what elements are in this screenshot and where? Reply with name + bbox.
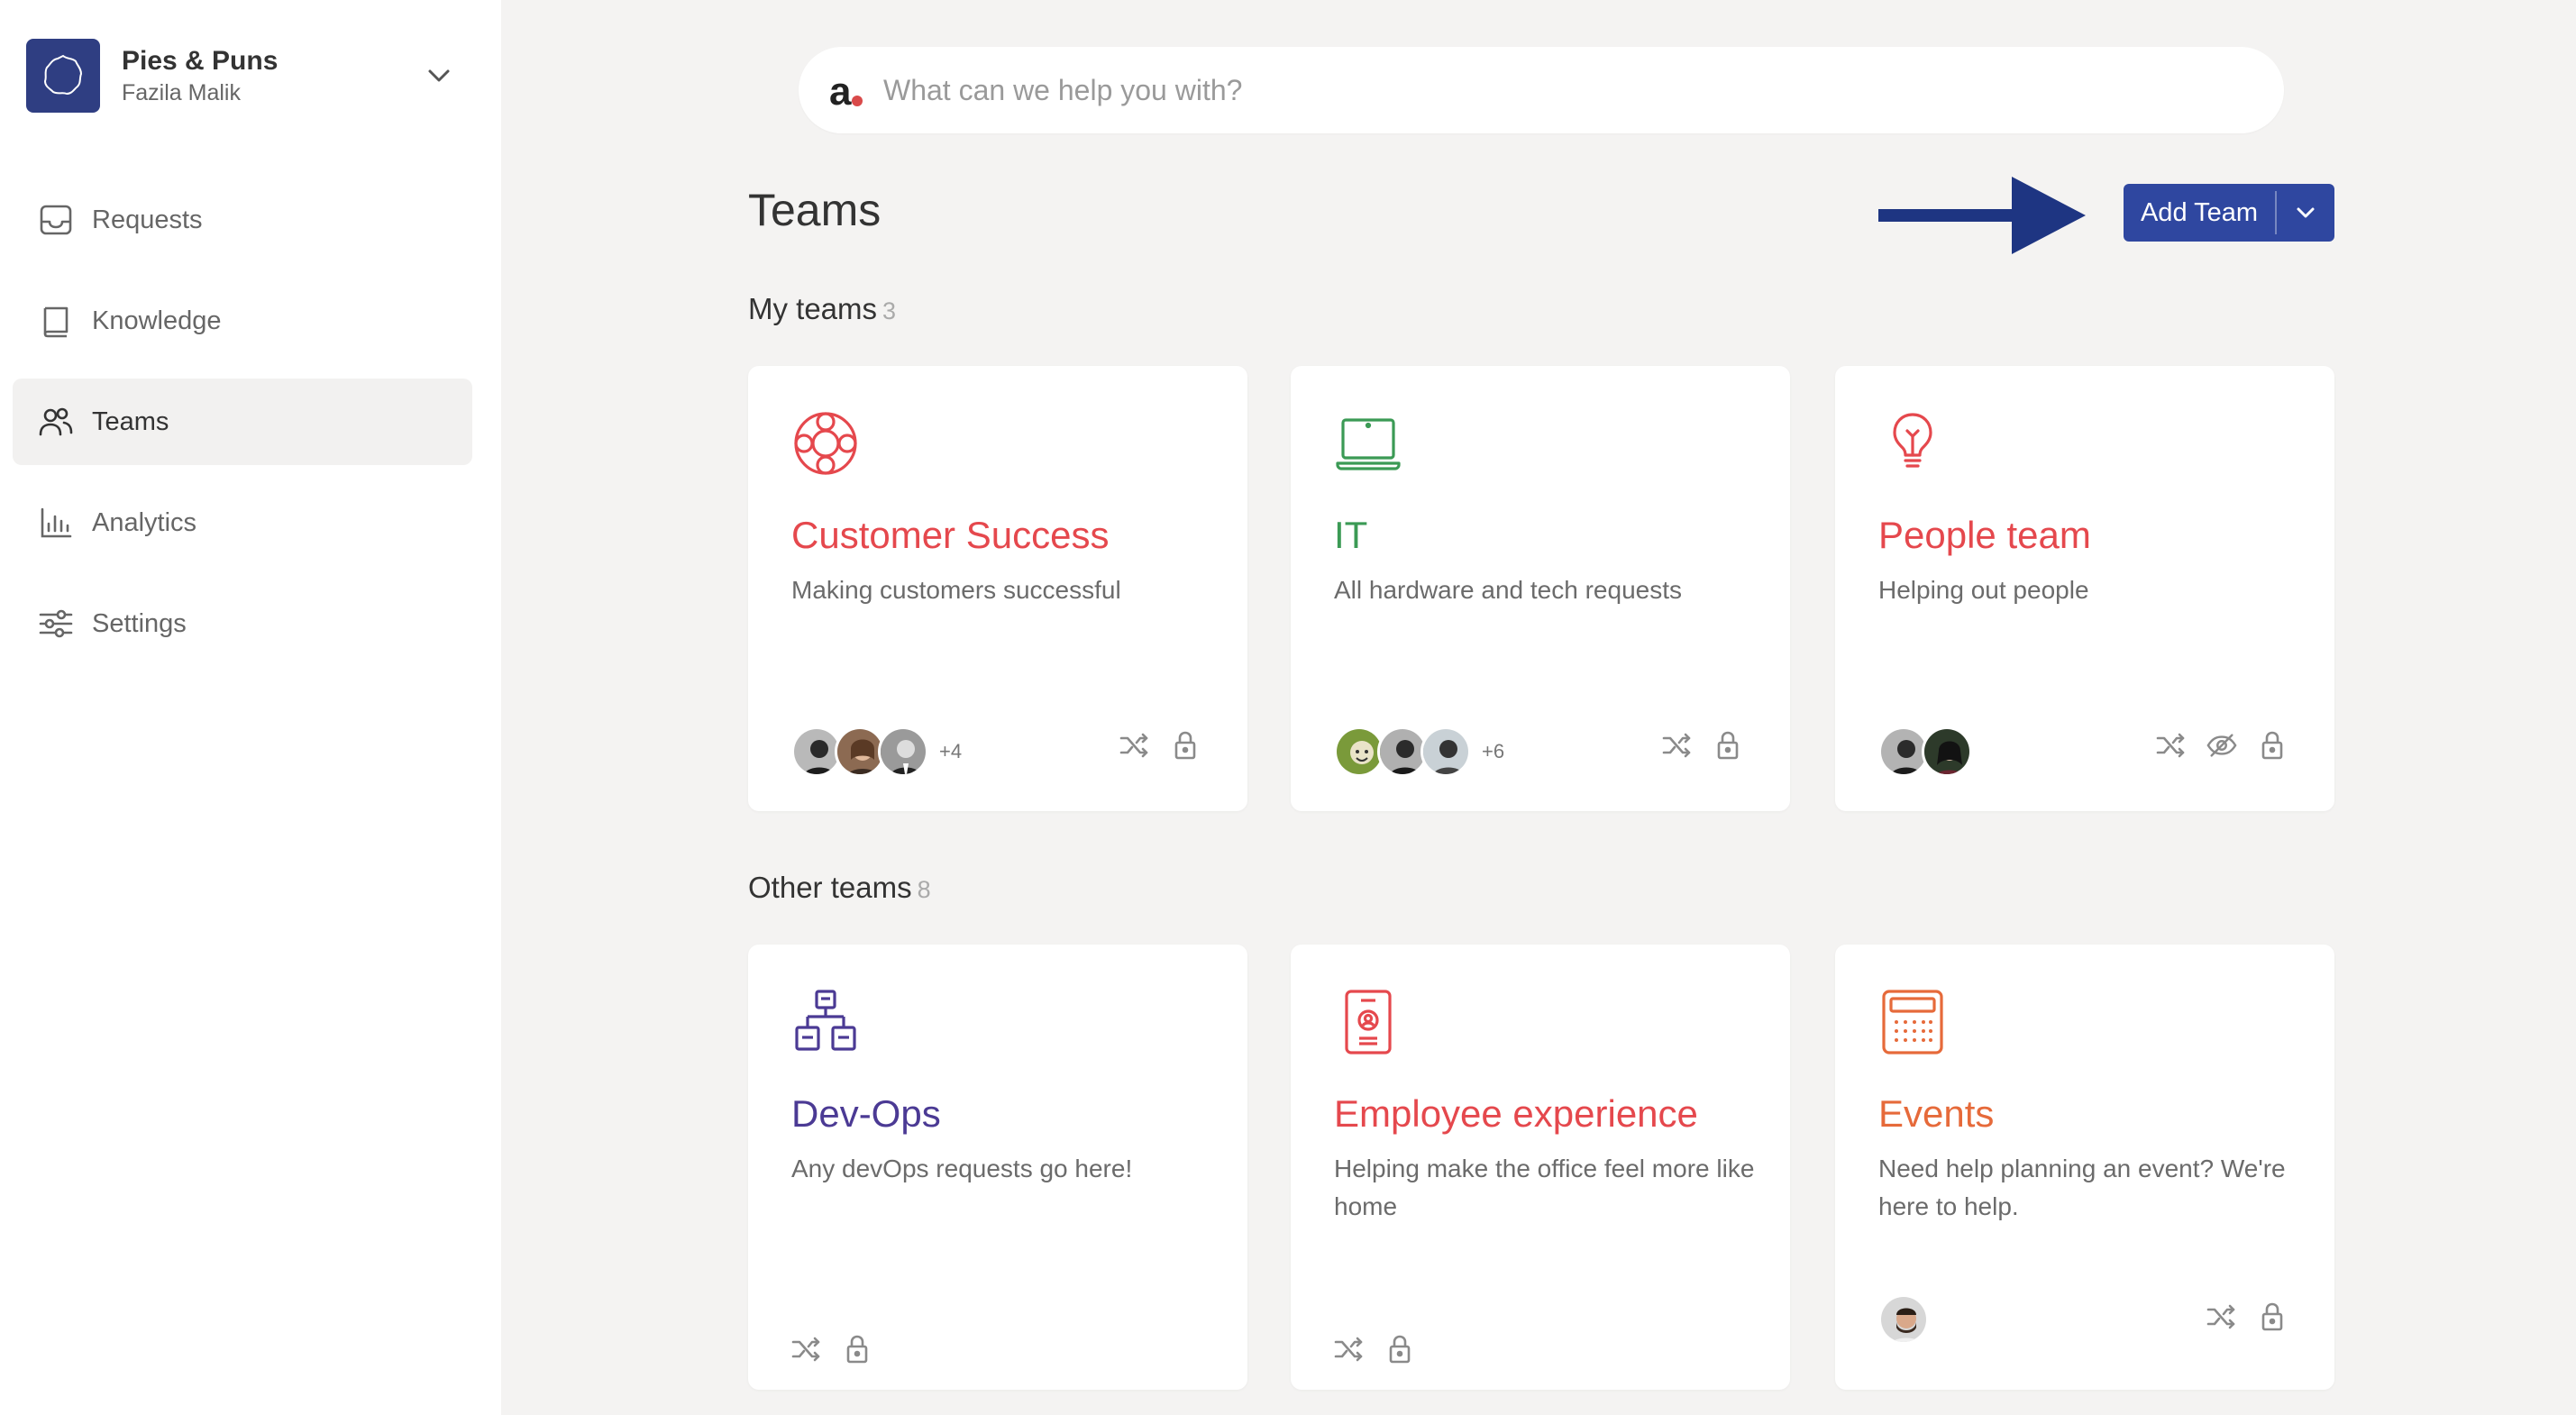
member-avatars: +4 bbox=[791, 726, 962, 777]
team-description: Any devOps requests go here! bbox=[791, 1155, 1133, 1182]
member-avatars bbox=[1878, 726, 1972, 777]
sidebar-item-settings[interactable]: Settings bbox=[13, 580, 472, 667]
team-description: Need help planning an event? We're here … bbox=[1878, 1155, 2286, 1220]
more-members-count: +6 bbox=[1482, 740, 1505, 762]
avatar bbox=[1922, 726, 1972, 777]
workspace-logo-icon bbox=[26, 39, 100, 113]
lock-icon[interactable] bbox=[2257, 1301, 2288, 1332]
add-team-dropdown-button[interactable] bbox=[2277, 184, 2334, 242]
section-count: 8 bbox=[917, 876, 931, 903]
avatar bbox=[1878, 1294, 1929, 1345]
page-title: Teams bbox=[748, 185, 882, 235]
bar-chart-icon bbox=[38, 505, 74, 541]
team-card-it[interactable]: IT All hardware and tech requests +6 bbox=[1291, 366, 1790, 811]
sliders-icon bbox=[38, 606, 74, 642]
id-badge-icon bbox=[1345, 990, 1392, 1054]
team-name: People team bbox=[1878, 514, 2091, 556]
lock-icon[interactable] bbox=[1384, 1334, 1415, 1365]
shuffle-icon[interactable] bbox=[2156, 730, 2187, 761]
search-bar[interactable]: a bbox=[799, 47, 2284, 133]
hierarchy-icon bbox=[795, 990, 856, 1051]
card-actions bbox=[1662, 730, 1743, 761]
chevron-down-icon[interactable] bbox=[423, 59, 455, 92]
card-actions bbox=[791, 1334, 872, 1365]
eye-off-icon[interactable] bbox=[2206, 730, 2237, 761]
team-name: Employee experience bbox=[1334, 1092, 1698, 1135]
sidebar-nav: Requests Knowledge Teams Analytics Setti… bbox=[13, 177, 472, 681]
workspace-name: Pies & Puns bbox=[122, 46, 279, 76]
team-name: IT bbox=[1334, 514, 1368, 556]
add-team-button-group: Add Team bbox=[2124, 184, 2334, 242]
team-description: Making customers successful bbox=[791, 576, 1121, 604]
sidebar-item-label: Analytics bbox=[92, 507, 197, 537]
member-avatars bbox=[1878, 1294, 1929, 1345]
team-name: Dev-Ops bbox=[791, 1092, 941, 1135]
sidebar-item-analytics[interactable]: Analytics bbox=[13, 479, 472, 566]
card-actions bbox=[2206, 1301, 2288, 1332]
sidebar-item-teams[interactable]: Teams bbox=[13, 379, 472, 465]
team-description: Helping out people bbox=[1878, 576, 2089, 604]
shuffle-icon[interactable] bbox=[1119, 730, 1150, 761]
team-name: Customer Success bbox=[791, 514, 1110, 556]
lock-icon[interactable] bbox=[1170, 730, 1201, 761]
team-card-dev-ops[interactable]: Dev-Ops Any devOps requests go here! bbox=[748, 945, 1247, 1390]
team-card-customer-success[interactable]: Customer Success Making customers succes… bbox=[748, 366, 1247, 811]
users-icon bbox=[38, 404, 74, 440]
brand-logo-icon: a bbox=[829, 70, 869, 112]
sidebar-item-requests[interactable]: Requests bbox=[13, 177, 472, 263]
avatar bbox=[1420, 726, 1471, 777]
calendar-icon bbox=[1882, 990, 1943, 1054]
team-description: All hardware and tech requests bbox=[1334, 576, 1682, 604]
shuffle-icon[interactable] bbox=[2206, 1301, 2237, 1332]
lock-icon[interactable] bbox=[842, 1334, 872, 1365]
section-other-teams-title: Other teams 8 bbox=[748, 871, 931, 904]
team-card-employee-experience[interactable]: Employee experience Helping make the off… bbox=[1291, 945, 1790, 1390]
book-icon bbox=[38, 303, 74, 339]
arrow-right-icon bbox=[1878, 177, 2086, 254]
sidebar-item-label: Teams bbox=[92, 406, 169, 436]
sidebar-item-label: Knowledge bbox=[92, 306, 222, 335]
team-description: Helping make the office feel more like h… bbox=[1334, 1155, 1755, 1220]
section-count: 3 bbox=[882, 297, 897, 324]
chevron-down-icon bbox=[2297, 207, 2315, 218]
search-input[interactable] bbox=[883, 73, 2145, 107]
team-card-people-team[interactable]: People team Helping out people bbox=[1835, 366, 2334, 811]
card-actions bbox=[1334, 1334, 1415, 1365]
workspace-switcher[interactable]: Pies & Puns Fazila Malik bbox=[26, 39, 455, 113]
card-actions bbox=[2156, 730, 2288, 761]
shuffle-icon[interactable] bbox=[791, 1334, 822, 1365]
section-my-teams-title: My teams 3 bbox=[748, 292, 897, 325]
workspace-user: Fazila Malik bbox=[122, 80, 241, 105]
sidebar-item-knowledge[interactable]: Knowledge bbox=[13, 278, 472, 364]
sidebar-item-label: Requests bbox=[92, 205, 203, 234]
lock-icon[interactable] bbox=[2257, 730, 2288, 761]
inbox-icon bbox=[38, 202, 74, 238]
shuffle-icon[interactable] bbox=[1334, 1334, 1365, 1365]
lightbulb-icon bbox=[1893, 413, 1932, 468]
app-root: Pies & Puns Fazila Malik Requests Knowle… bbox=[0, 0, 2576, 1415]
sidebar: Pies & Puns Fazila Malik Requests Knowle… bbox=[0, 0, 501, 1415]
card-actions bbox=[1119, 730, 1201, 761]
laptop-icon bbox=[1336, 418, 1401, 470]
sidebar-item-label: Settings bbox=[92, 608, 187, 638]
team-name: Events bbox=[1878, 1092, 1995, 1135]
shuffle-icon[interactable] bbox=[1662, 730, 1693, 761]
lock-icon[interactable] bbox=[1713, 730, 1743, 761]
lifebuoy-icon bbox=[794, 412, 857, 475]
team-card-events[interactable]: Events Need help planning an event? We'r… bbox=[1835, 945, 2334, 1390]
avatar bbox=[878, 726, 928, 777]
member-avatars: +6 bbox=[1334, 726, 1504, 777]
more-members-count: +4 bbox=[939, 740, 963, 762]
add-team-button[interactable]: Add Team bbox=[2124, 184, 2275, 242]
